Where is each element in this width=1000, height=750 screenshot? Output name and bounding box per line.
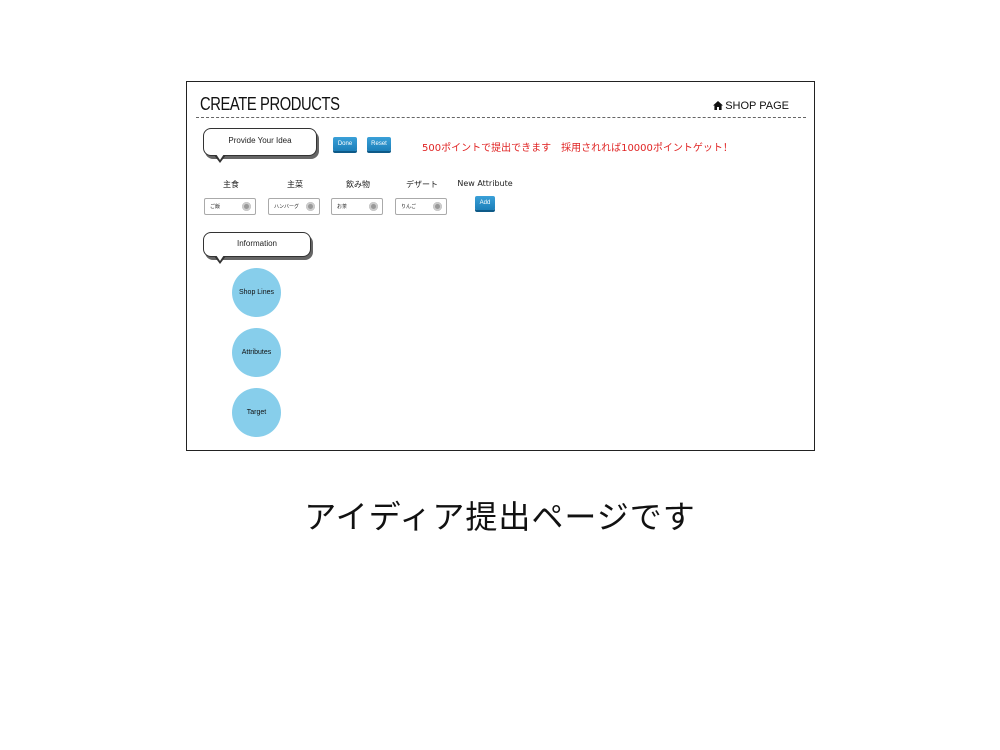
app-window: CREATE PRODUCTS SHOP PAGE Provide Your I… [186, 81, 815, 451]
done-button[interactable]: Done [333, 137, 357, 151]
attribute-label-main-dish: 主菜 [287, 180, 303, 189]
title-divider [196, 117, 806, 118]
dropdown-icon [306, 202, 315, 211]
dessert-select-value: りんご [401, 204, 417, 210]
page-title: CREATE PRODUCTS [200, 94, 340, 114]
dropdown-icon [433, 202, 442, 211]
add-attribute-button[interactable]: Add [475, 196, 495, 210]
shop-page-link[interactable]: SHOP PAGE [713, 100, 789, 112]
shop-lines-button[interactable]: Shop Lines [232, 268, 281, 317]
provide-idea-label: Provide Your Idea [228, 136, 292, 145]
attribute-label-staple: 主食 [223, 180, 239, 189]
drink-select[interactable]: お茶 [331, 198, 383, 215]
dropdown-icon [369, 202, 378, 211]
drink-select-value: お茶 [337, 204, 348, 210]
attribute-label-drink: 飲み物 [346, 180, 370, 189]
attribute-label-dessert: デザート [406, 180, 438, 189]
shop-page-label: SHOP PAGE [725, 100, 789, 112]
main-dish-select[interactable]: ハンバーグ [268, 198, 320, 215]
staple-select[interactable]: ご飯 [204, 198, 256, 215]
information-label: Information [236, 239, 278, 248]
information-bubble: Information [203, 232, 311, 264]
dropdown-icon [242, 202, 251, 211]
target-button[interactable]: Target [232, 388, 281, 437]
home-icon [713, 101, 724, 110]
attributes-button[interactable]: Attributes [232, 328, 281, 377]
slide-caption: アイディア提出ページです [304, 498, 696, 536]
staple-select-value: ご飯 [210, 204, 221, 210]
main-dish-select-value: ハンバーグ [274, 204, 300, 210]
dessert-select[interactable]: りんご [395, 198, 447, 215]
reset-button[interactable]: Reset [367, 137, 391, 151]
new-attribute-label: New Attribute [457, 179, 513, 188]
provide-idea-bubble: Provide Your Idea [203, 128, 317, 163]
points-notice: 500ポイントで提出できます 採用されれば10000ポイントゲット！ [422, 143, 733, 154]
